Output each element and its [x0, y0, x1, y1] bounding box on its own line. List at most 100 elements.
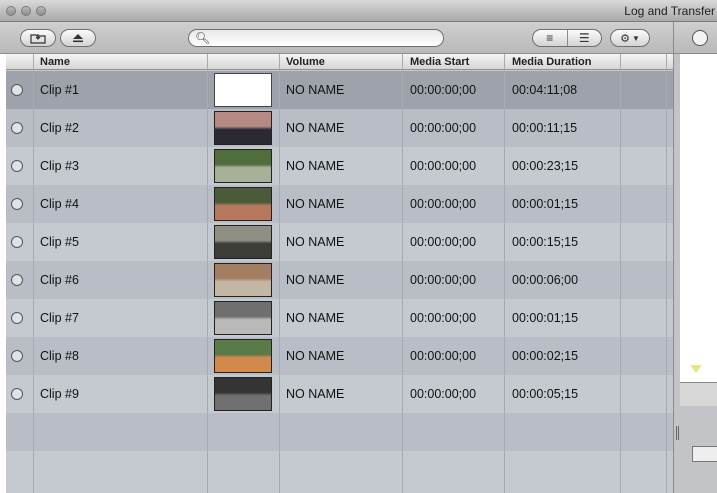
clip-media-duration: 00:00:01;15 — [512, 197, 579, 211]
viewer-timecode-field[interactable] — [692, 446, 717, 462]
clip-volume: NO NAME — [286, 197, 345, 211]
clip-media-duration: 00:00:02;15 — [512, 349, 579, 363]
column-divider — [620, 54, 621, 493]
title-bar: Log and Transfer — [0, 0, 717, 22]
minimize-window-button[interactable] — [21, 6, 31, 16]
row-select-radio[interactable] — [11, 312, 23, 324]
empty-table-row — [6, 451, 673, 489]
row-select-radio[interactable] — [11, 236, 23, 248]
clip-media-start: 00:00:00;00 — [410, 311, 477, 325]
search-input[interactable] — [209, 31, 437, 45]
clip-media-duration: 00:00:06;00 — [512, 273, 579, 287]
clip-thumbnail — [214, 111, 272, 145]
row-select-radio[interactable] — [11, 274, 23, 286]
column-divider — [279, 54, 280, 493]
table-row[interactable]: Clip #8 NO NAME 00:00:00;00 00:00:02;15 — [6, 337, 673, 375]
clip-volume: NO NAME — [286, 273, 345, 287]
search-icon: 🔍︎ — [195, 31, 211, 45]
clip-name: Clip #3 — [40, 159, 79, 173]
table-row[interactable]: Clip #5 NO NAME 00:00:00;00 00:00:15;15 — [6, 223, 673, 261]
clip-volume: NO NAME — [286, 235, 345, 249]
folder-import-icon — [30, 34, 46, 44]
window-title: Log and Transfer — [624, 4, 715, 18]
clip-media-start: 00:00:00;00 — [410, 273, 477, 287]
clip-media-start: 00:00:00;00 — [410, 349, 477, 363]
clip-thumbnail — [214, 263, 272, 297]
column-header-name[interactable]: Name — [40, 56, 70, 68]
clip-thumbnail — [214, 187, 272, 221]
clip-browser-table: Name Volume Media Start Media Duration C… — [6, 54, 673, 493]
table-row[interactable]: Clip #9 NO NAME 00:00:00;00 00:00:05;15 — [6, 375, 673, 413]
import-folder-button[interactable] — [20, 29, 56, 47]
clip-media-duration: 00:00:01;15 — [512, 311, 579, 325]
column-divider — [666, 54, 667, 493]
clip-name: Clip #7 — [40, 311, 79, 325]
viewer-panel — [673, 22, 717, 493]
row-select-radio[interactable] — [11, 160, 23, 172]
clip-media-duration: 00:00:05;15 — [512, 387, 579, 401]
column-header-volume[interactable]: Volume — [286, 56, 325, 68]
row-select-radio[interactable] — [11, 198, 23, 210]
clip-name: Clip #8 — [40, 349, 79, 363]
clip-media-duration: 00:00:15;15 — [512, 235, 579, 249]
clip-media-duration: 00:00:11;15 — [512, 121, 578, 135]
row-select-radio[interactable] — [11, 350, 23, 362]
clip-name: Clip #1 — [40, 83, 79, 97]
viewer-area — [680, 54, 717, 382]
clip-volume: NO NAME — [286, 83, 345, 97]
clip-media-duration: 00:00:23;15 — [512, 159, 579, 173]
close-window-button[interactable] — [6, 6, 16, 16]
column-header-media-start[interactable]: Media Start — [410, 56, 469, 68]
table-row[interactable]: Clip #1 NO NAME 00:00:00;00 00:04:11;08 — [6, 71, 673, 109]
clip-volume: NO NAME — [286, 159, 345, 173]
clip-thumbnail — [214, 301, 272, 335]
column-divider — [504, 54, 505, 493]
clip-volume: NO NAME — [286, 121, 345, 135]
row-select-radio[interactable] — [11, 388, 23, 400]
clip-name: Clip #6 — [40, 273, 79, 287]
zoom-window-button[interactable] — [36, 6, 46, 16]
clip-volume: NO NAME — [286, 311, 345, 325]
playhead-icon[interactable] — [690, 365, 702, 373]
table-header: Name Volume Media Start Media Duration — [6, 54, 673, 70]
column-divider — [207, 54, 208, 493]
eject-button[interactable] — [60, 29, 96, 47]
clip-thumbnail — [214, 149, 272, 183]
clip-name: Clip #9 — [40, 387, 79, 401]
table-row[interactable]: Clip #7 NO NAME 00:00:00;00 00:00:01;15 — [6, 299, 673, 337]
clip-volume: NO NAME — [286, 349, 345, 363]
empty-table-row — [6, 413, 673, 451]
column-divider — [33, 54, 34, 493]
clip-media-duration: 00:04:11;08 — [512, 83, 578, 97]
action-menu-button[interactable]: ⚙ ▼ — [610, 29, 650, 47]
toolbar: 🔍︎ ≡ ☰ ⚙ ▼ — [0, 22, 717, 54]
row-select-radio[interactable] — [11, 122, 23, 134]
clip-thumbnail — [214, 225, 272, 259]
clip-name: Clip #4 — [40, 197, 79, 211]
column-header-media-duration[interactable]: Media Duration — [512, 56, 591, 68]
splitter-handle[interactable] — [676, 426, 679, 440]
gear-icon: ⚙ — [620, 32, 630, 45]
clip-thumbnail — [214, 73, 272, 107]
list-view-icon[interactable]: ≡ — [533, 30, 568, 46]
eject-icon — [73, 34, 83, 43]
clock-icon[interactable] — [692, 30, 708, 46]
clip-volume: NO NAME — [286, 387, 345, 401]
clip-media-start: 00:00:00;00 — [410, 197, 477, 211]
viewer-timeline[interactable] — [680, 382, 717, 406]
view-mode-selector[interactable]: ≡ ☰ — [532, 29, 602, 47]
table-row[interactable]: Clip #2 NO NAME 00:00:00;00 00:00:11;15 — [6, 109, 673, 147]
clip-thumbnail — [214, 377, 272, 411]
row-select-radio[interactable] — [11, 84, 23, 96]
clip-name: Clip #2 — [40, 121, 79, 135]
indented-list-icon[interactable]: ☰ — [568, 30, 602, 46]
column-divider — [402, 54, 403, 493]
clip-name: Clip #5 — [40, 235, 79, 249]
clip-media-start: 00:00:00;00 — [410, 83, 477, 97]
search-field[interactable]: 🔍︎ — [188, 29, 444, 47]
table-row[interactable]: Clip #4 NO NAME 00:00:00;00 00:00:01;15 — [6, 185, 673, 223]
clip-media-start: 00:00:00;00 — [410, 121, 477, 135]
table-row[interactable]: Clip #3 NO NAME 00:00:00;00 00:00:23;15 — [6, 147, 673, 185]
clip-thumbnail — [214, 339, 272, 373]
table-row[interactable]: Clip #6 NO NAME 00:00:00;00 00:00:06;00 — [6, 261, 673, 299]
